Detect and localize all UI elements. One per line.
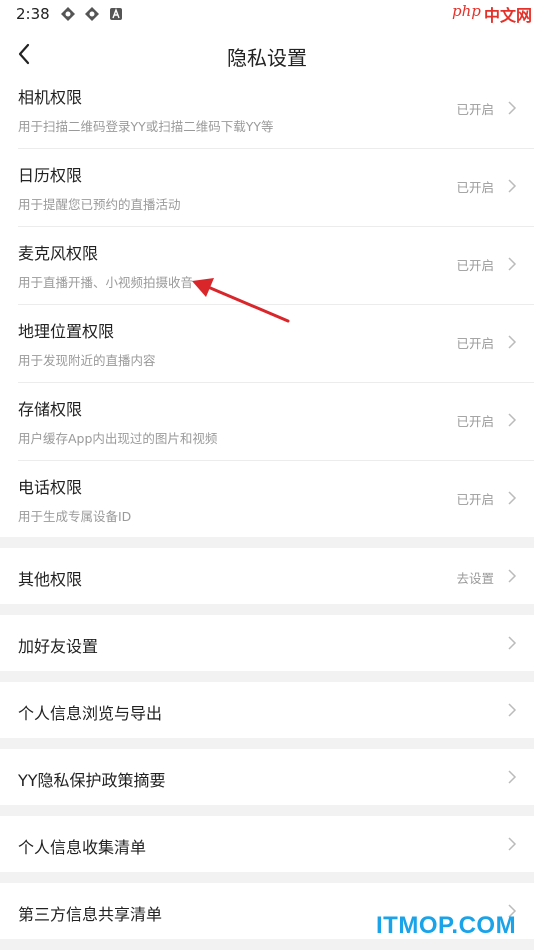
chevron-right-icon xyxy=(508,101,517,115)
permission-desc: 用于发现附近的直播内容 xyxy=(18,353,156,368)
permission-desc: 用于扫描二维码登录YY或扫描二维码下载YY等 xyxy=(18,119,274,134)
menu-row-privacy-policy-summary[interactable]: YY隐私保护政策摘要 xyxy=(0,749,534,805)
divider xyxy=(18,304,534,305)
menu-row-other-permissions[interactable]: 其他权限 去设置 xyxy=(0,548,534,604)
chevron-right-icon xyxy=(508,413,517,427)
menu-title: 第三方信息共享清单 xyxy=(18,905,163,924)
status-time: 2:38 xyxy=(16,5,50,23)
watermark-php: php xyxy=(452,2,481,20)
permission-row-calendar[interactable]: 日历权限 用于提醒您已预约的直播活动 已开启 xyxy=(0,158,534,236)
chevron-right-icon xyxy=(508,491,517,505)
permission-row-storage[interactable]: 存储权限 用户缓存App内出现过的图片和视频 已开启 xyxy=(0,392,534,470)
menu-title: 其他权限 xyxy=(18,570,83,589)
header-bar: 隐私设置 xyxy=(0,30,534,80)
menu-row-add-friend-settings[interactable]: 加好友设置 xyxy=(0,615,534,671)
permission-row-location[interactable]: 地理位置权限 用于发现附近的直播内容 已开启 xyxy=(0,314,534,392)
permission-desc: 用于提醒您已预约的直播活动 xyxy=(18,197,181,212)
vpn-icon xyxy=(85,7,99,21)
watermark-cn: 中文网 xyxy=(484,6,533,25)
permission-desc: 用户缓存App内出现过的图片和视频 xyxy=(18,431,218,446)
divider xyxy=(18,460,534,461)
menu-value: 去设置 xyxy=(456,571,494,586)
permission-status: 已开启 xyxy=(456,492,494,507)
notification-a-icon xyxy=(110,8,122,20)
status-bar: 2:38 php 中文网 xyxy=(0,0,534,30)
permission-row-phone[interactable]: 电话权限 用于生成专属设备ID 已开启 xyxy=(0,470,534,548)
menu-title: YY隐私保护政策摘要 xyxy=(18,771,166,790)
permission-status: 已开启 xyxy=(456,258,494,273)
permission-desc: 用于直播开播、小视频拍摄收音 xyxy=(18,275,194,290)
chevron-right-icon xyxy=(508,335,517,349)
chevron-right-icon xyxy=(508,770,517,784)
permission-title: 日历权限 xyxy=(18,166,83,185)
permission-title: 相机权限 xyxy=(18,88,83,107)
divider xyxy=(18,148,534,149)
chevron-right-icon xyxy=(508,703,517,717)
permissions-group: 相机权限 用于扫描二维码登录YY或扫描二维码下载YY等 已开启 日历权限 用于提… xyxy=(0,80,534,537)
menu-row-info-collection-list[interactable]: 个人信息收集清单 xyxy=(0,816,534,872)
permission-row-microphone[interactable]: 麦克风权限 用于直播开播、小视频拍摄收音 已开启 xyxy=(0,236,534,314)
permission-title: 麦克风权限 xyxy=(18,244,99,263)
vpn-icon xyxy=(61,7,75,21)
permission-row-camera[interactable]: 相机权限 用于扫描二维码登录YY或扫描二维码下载YY等 已开启 xyxy=(0,80,534,158)
permission-title: 存储权限 xyxy=(18,400,83,419)
chevron-right-icon xyxy=(508,569,517,583)
menu-title: 加好友设置 xyxy=(18,637,99,656)
chevron-right-icon xyxy=(508,257,517,271)
divider xyxy=(18,226,534,227)
permission-status: 已开启 xyxy=(456,336,494,351)
permission-status: 已开启 xyxy=(456,102,494,117)
menu-title: 个人信息浏览与导出 xyxy=(18,704,163,723)
permission-status: 已开启 xyxy=(456,414,494,429)
chevron-right-icon xyxy=(508,179,517,193)
permission-desc: 用于生成专属设备ID xyxy=(18,509,132,524)
permission-title: 地理位置权限 xyxy=(18,322,115,341)
menu-row-personal-info-export[interactable]: 个人信息浏览与导出 xyxy=(0,682,534,738)
permission-title: 电话权限 xyxy=(18,478,83,497)
permission-status: 已开启 xyxy=(456,180,494,195)
page-title: 隐私设置 xyxy=(227,46,307,70)
watermark-itmop: ITMOP.COM xyxy=(376,912,517,939)
divider xyxy=(18,382,534,383)
menu-title: 个人信息收集清单 xyxy=(18,838,147,857)
chevron-right-icon xyxy=(508,636,517,650)
chevron-right-icon xyxy=(508,837,517,851)
